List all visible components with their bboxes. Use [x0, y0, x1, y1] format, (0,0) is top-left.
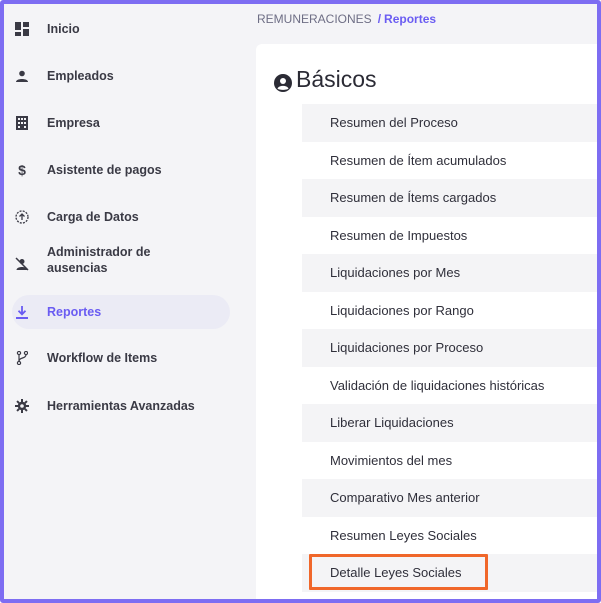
- report-link-liquidaciones-por-rango[interactable]: Liquidaciones por Rango: [302, 292, 597, 330]
- highlight-box: [309, 554, 488, 590]
- reports-panel: Básicos Resumen del Proceso Resumen de Í…: [256, 44, 597, 599]
- branch-icon: [14, 350, 30, 366]
- sidebar-item-label: Workflow de Items: [47, 351, 158, 365]
- panel-title: Básicos: [274, 66, 377, 93]
- report-link-resumen-del-proceso[interactable]: Resumen del Proceso: [302, 104, 597, 142]
- report-link-comparativo-mes-anterior[interactable]: Comparativo Mes anterior: [302, 479, 597, 517]
- upload-circle-icon: [14, 209, 30, 225]
- sidebar-item-label: Inicio: [47, 22, 80, 36]
- download-icon: [14, 304, 30, 320]
- sidebar-item-label: Carga de Datos: [47, 210, 139, 224]
- report-link-resumen-item-acumulados[interactable]: Resumen de Ítem acumulados: [302, 142, 597, 180]
- breadcrumb-parent[interactable]: REMUNERACIONES: [257, 12, 372, 26]
- building-icon: [14, 115, 30, 131]
- gear-icon: [14, 398, 30, 414]
- report-link-movimientos-del-mes[interactable]: Movimientos del mes: [302, 442, 597, 480]
- report-link-resumen-leyes-sociales[interactable]: Resumen Leyes Sociales: [302, 517, 597, 555]
- person-icon: [14, 68, 30, 84]
- report-link-liquidaciones-por-mes[interactable]: Liquidaciones por Mes: [302, 254, 597, 292]
- sidebar-item-reportes[interactable]: Reportes: [12, 295, 230, 329]
- breadcrumb: REMUNERACIONES / Reportes: [257, 12, 436, 26]
- dollar-icon: $: [18, 162, 26, 178]
- breadcrumb-separator: /: [377, 12, 382, 26]
- dashboard-icon: [14, 21, 30, 37]
- sidebar-item-empleados[interactable]: Empleados: [12, 59, 230, 93]
- sidebar-item-label: Empresa: [47, 116, 100, 130]
- sidebar-item-asistente-de-pagos[interactable]: $ Asistente de pagos: [12, 153, 230, 187]
- report-link-validacion-liquidaciones-historicas[interactable]: Validación de liquidaciones históricas: [302, 367, 597, 405]
- report-link-liquidaciones-por-proceso[interactable]: Liquidaciones por Proceso: [302, 329, 597, 367]
- sidebar-item-carga-de-datos[interactable]: Carga de Datos: [12, 200, 230, 234]
- report-list: Resumen del Proceso Resumen de Ítem acum…: [302, 104, 597, 592]
- app-frame: Inicio Empleados Empresa $ Asistente de …: [0, 0, 601, 603]
- user-circle-icon: [274, 71, 292, 92]
- sidebar-item-administrador-de-ausencias[interactable]: Administrador de ausencias: [12, 244, 230, 284]
- breadcrumb-current: Reportes: [384, 12, 437, 26]
- report-link-resumen-items-cargados[interactable]: Resumen de Ítems cargados: [302, 179, 597, 217]
- report-link-liberar-liquidaciones[interactable]: Liberar Liquidaciones: [302, 404, 597, 442]
- sidebar-item-herramientas-avanzadas[interactable]: Herramientas Avanzadas: [12, 389, 230, 423]
- sidebar-item-empresa[interactable]: Empresa: [12, 106, 230, 140]
- sidebar-item-inicio[interactable]: Inicio: [12, 12, 230, 46]
- sidebar: Inicio Empleados Empresa $ Asistente de …: [4, 4, 240, 599]
- sidebar-item-label: Herramientas Avanzadas: [47, 399, 195, 413]
- report-link-resumen-impuestos[interactable]: Resumen de Impuestos: [302, 217, 597, 255]
- sidebar-item-label: Administrador de ausencias: [47, 245, 151, 275]
- sidebar-item-label: Asistente de pagos: [47, 163, 162, 177]
- person-off-icon: [14, 256, 30, 272]
- sidebar-item-workflow-de-items[interactable]: Workflow de Items: [12, 341, 230, 375]
- panel-title-text: Básicos: [296, 66, 377, 92]
- sidebar-item-label: Empleados: [47, 69, 114, 83]
- sidebar-item-label: Reportes: [47, 305, 102, 319]
